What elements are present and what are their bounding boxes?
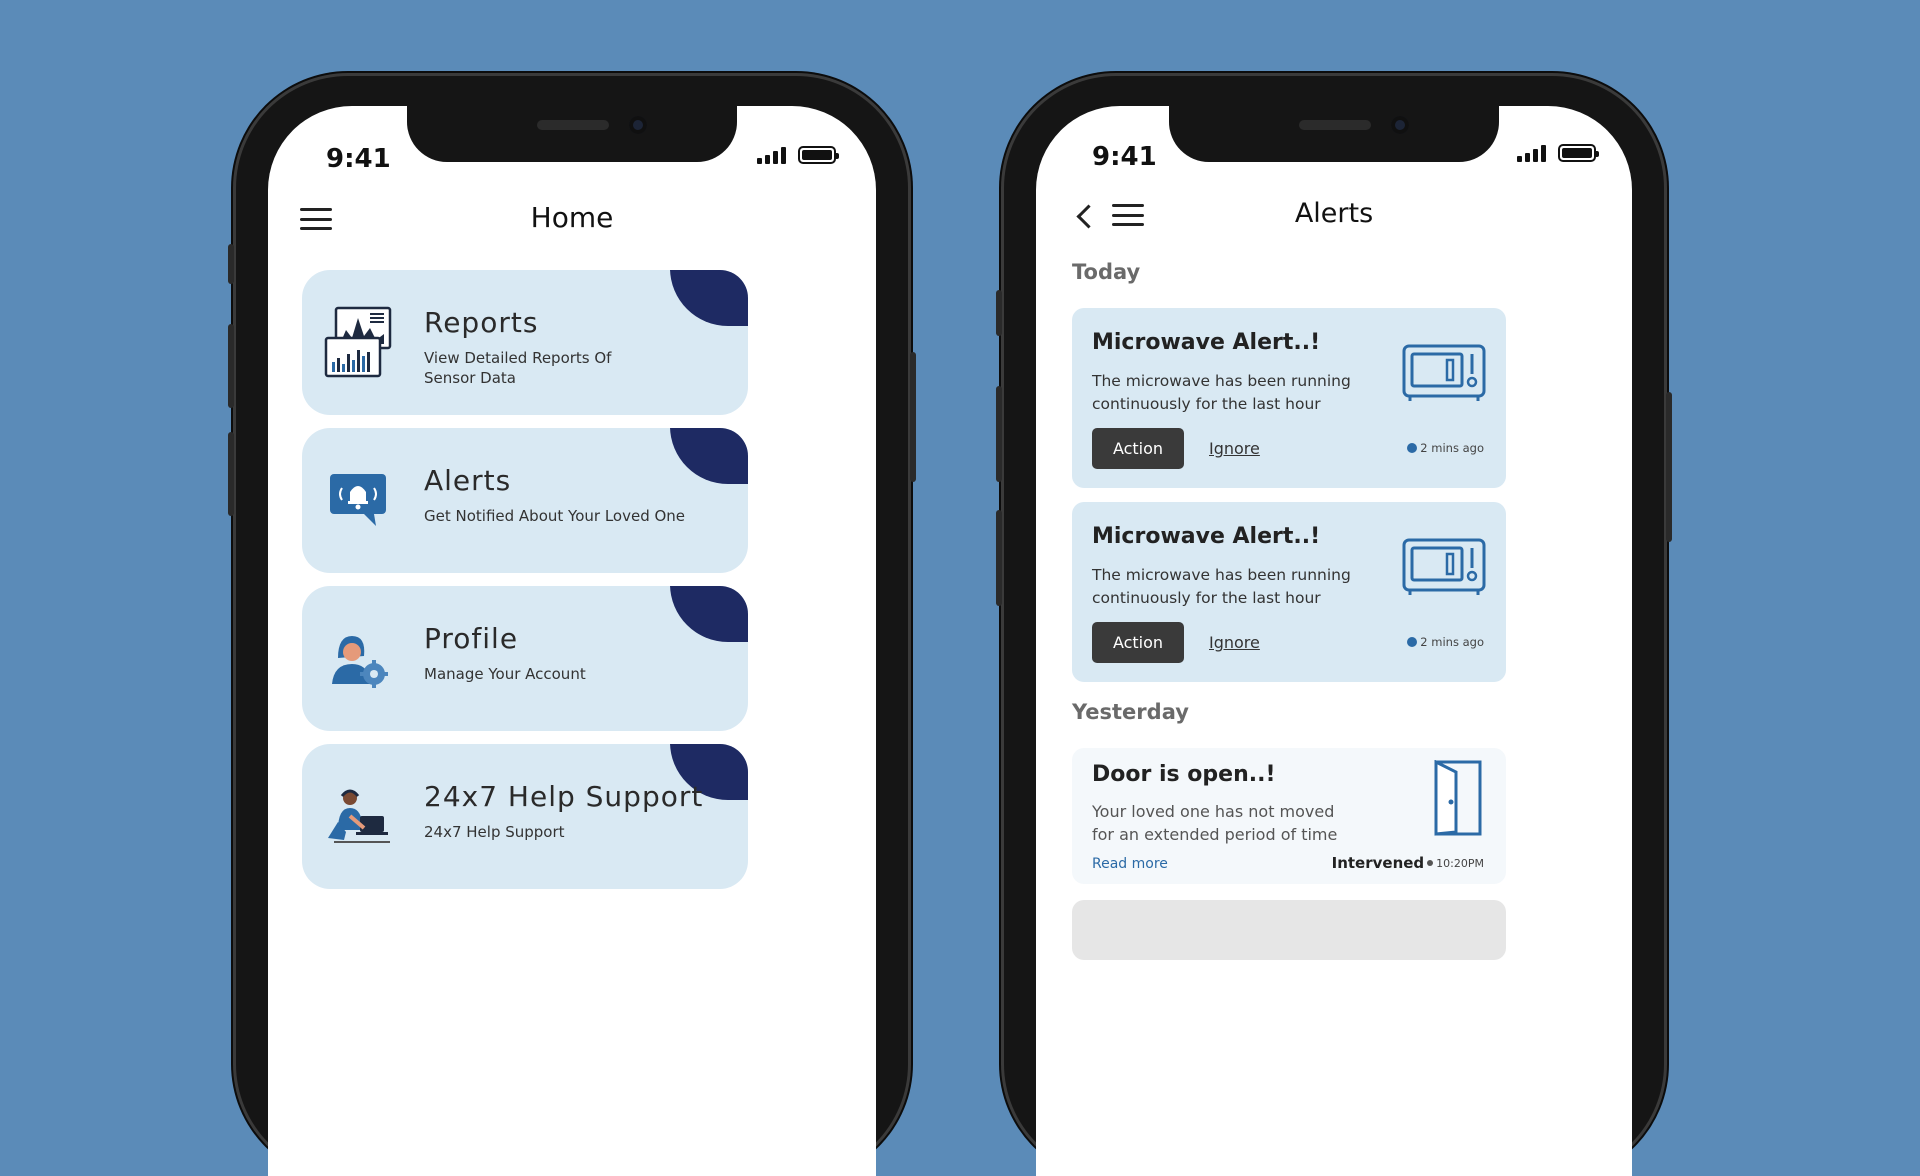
card-subtitle: Manage Your Account bbox=[424, 665, 586, 683]
power-button bbox=[1666, 392, 1672, 542]
status-label: Intervened bbox=[1331, 854, 1425, 872]
speaker bbox=[1299, 120, 1371, 130]
card-subtitle: 24x7 Help Support bbox=[424, 823, 565, 841]
door-open-icon bbox=[1434, 759, 1484, 840]
section-today: Today bbox=[1072, 260, 1141, 284]
alert-card[interactable]: Microwave Alert..! The microwave has bee… bbox=[1072, 502, 1506, 682]
phone-alerts: 9:41 Alerts Today Microwave Alert..! The… bbox=[996, 76, 1672, 1176]
read-more-link[interactable]: Read more bbox=[1092, 856, 1168, 872]
volume-down-button bbox=[996, 510, 1002, 606]
status-time: 9:41 bbox=[326, 144, 391, 174]
status-dot-icon bbox=[1427, 860, 1434, 866]
alert-card-partial[interactable] bbox=[1072, 900, 1506, 960]
alert-title: Door is open..! bbox=[1092, 762, 1276, 787]
reports-chart-icon bbox=[324, 306, 394, 378]
alert-time-text: 2 mins ago bbox=[1420, 441, 1484, 455]
signal-icon bbox=[1517, 144, 1546, 162]
ignore-link[interactable]: Ignore bbox=[1209, 439, 1260, 458]
action-button[interactable]: Action bbox=[1092, 622, 1184, 663]
status-icons bbox=[1517, 144, 1599, 162]
page-title: Alerts bbox=[1294, 198, 1374, 229]
card-profile[interactable]: Profile Manage Your Account bbox=[302, 586, 748, 731]
home-screen: 9:41 Home Reports View Detailed Reports … bbox=[268, 106, 876, 1176]
support-agent-icon bbox=[324, 780, 394, 852]
card-title: Profile bbox=[424, 622, 519, 655]
bell-alert-icon bbox=[324, 464, 394, 536]
status-icons bbox=[757, 146, 839, 164]
power-button bbox=[910, 352, 916, 482]
mute-switch bbox=[996, 290, 1002, 336]
alert-time-text: 2 mins ago bbox=[1420, 635, 1484, 649]
front-camera bbox=[1391, 116, 1409, 134]
volume-up-button bbox=[228, 324, 234, 408]
status-time: 10:20PM bbox=[1436, 856, 1484, 870]
card-title: Alerts bbox=[424, 464, 512, 497]
alert-title: Microwave Alert..! bbox=[1092, 330, 1321, 355]
notch bbox=[1169, 106, 1499, 162]
profile-settings-icon bbox=[324, 622, 394, 694]
card-corner-decoration bbox=[670, 428, 748, 484]
phone-home: 9:41 Home Reports View Detailed Reports … bbox=[228, 76, 916, 1176]
ignore-link[interactable]: Ignore bbox=[1209, 633, 1260, 652]
speaker bbox=[537, 120, 609, 130]
card-title: Reports bbox=[424, 306, 539, 339]
alert-status: Intervened 10:20PM bbox=[1332, 854, 1484, 872]
alerts-screen: 9:41 Alerts Today Microwave Alert..! The… bbox=[1036, 106, 1632, 1176]
card-corner-decoration bbox=[670, 270, 748, 326]
microwave-icon bbox=[1402, 344, 1486, 406]
card-corner-decoration bbox=[670, 586, 748, 642]
front-camera bbox=[629, 116, 647, 134]
status-dot-icon bbox=[1407, 443, 1418, 453]
status-time: 9:41 bbox=[1092, 142, 1157, 172]
alert-title: Microwave Alert..! bbox=[1092, 524, 1321, 549]
card-title: 24x7 Help Support bbox=[424, 780, 704, 813]
alert-time: 2 mins ago bbox=[1407, 635, 1484, 649]
card-subtitle: Get Notified About Your Loved One bbox=[424, 507, 686, 525]
card-reports[interactable]: Reports View Detailed Reports Of Sensor … bbox=[302, 270, 748, 415]
signal-icon bbox=[757, 146, 786, 164]
mute-switch bbox=[228, 244, 234, 284]
alert-body: The microwave has been running continuou… bbox=[1092, 372, 1351, 413]
alert-card[interactable]: Microwave Alert..! The microwave has bee… bbox=[1072, 308, 1506, 488]
section-yesterday: Yesterday bbox=[1072, 700, 1189, 724]
card-subtitle: View Detailed Reports Of Sensor Data bbox=[424, 349, 612, 387]
alert-time: 2 mins ago bbox=[1407, 441, 1484, 455]
card-help-support[interactable]: 24x7 Help Support 24x7 Help Support bbox=[302, 744, 748, 889]
battery-icon bbox=[1558, 144, 1599, 162]
alert-card-door[interactable]: Door is open..! Your loved one has not m… bbox=[1072, 748, 1506, 884]
alert-body: The microwave has been running continuou… bbox=[1092, 566, 1351, 607]
status-dot-icon bbox=[1407, 637, 1418, 647]
microwave-icon bbox=[1402, 538, 1486, 600]
alert-body: Your loved one has not moved for an exte… bbox=[1092, 802, 1338, 844]
volume-up-button bbox=[996, 386, 1002, 482]
page-title: Home bbox=[530, 201, 614, 234]
action-button[interactable]: Action bbox=[1092, 428, 1184, 469]
volume-down-button bbox=[228, 432, 234, 516]
battery-icon bbox=[798, 146, 839, 164]
card-alerts[interactable]: Alerts Get Notified About Your Loved One bbox=[302, 428, 748, 573]
notch bbox=[407, 106, 737, 162]
